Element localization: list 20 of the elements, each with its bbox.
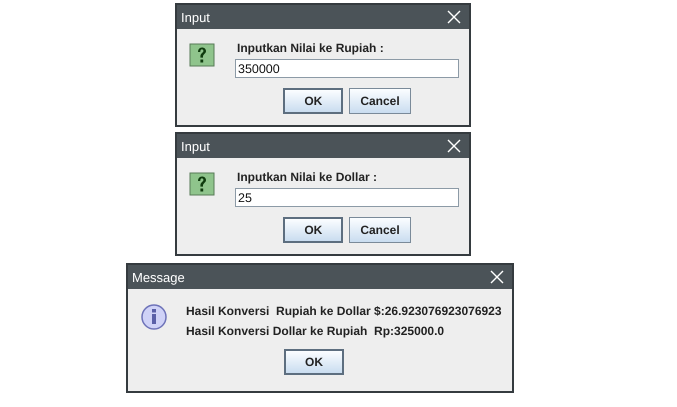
info-icon [140, 303, 168, 331]
prompt-label: Inputkan Nilai ke Dollar : [236, 170, 378, 184]
window-title: Input [181, 138, 210, 154]
ok-button[interactable]: OK [284, 349, 344, 375]
close-button[interactable] [445, 137, 463, 155]
question-icon [189, 43, 217, 69]
input-field[interactable]: 25 [235, 188, 459, 207]
cancel-button[interactable]: Cancel [349, 217, 411, 243]
message-text: Hasil Konversi Dollar ke Rupiah Rp:325000.0 [186, 323, 446, 340]
close-button[interactable] [488, 268, 506, 286]
ok-button[interactable]: OK [283, 88, 344, 114]
message-text: Hasil Konversi Rupiah ke Dollar $:26.923076923076923 [186, 303, 502, 320]
ok-button[interactable]: OK [283, 217, 344, 243]
close-button[interactable] [445, 8, 463, 26]
cancel-button[interactable]: Cancel [349, 88, 411, 114]
question-icon [189, 172, 217, 198]
window-title: Input [181, 10, 210, 24]
window-title: Message [132, 270, 185, 284]
prompt-label: Inputkan Nilai ke Rupiah : [236, 41, 385, 55]
input-field[interactable]: 350000 [235, 59, 459, 78]
